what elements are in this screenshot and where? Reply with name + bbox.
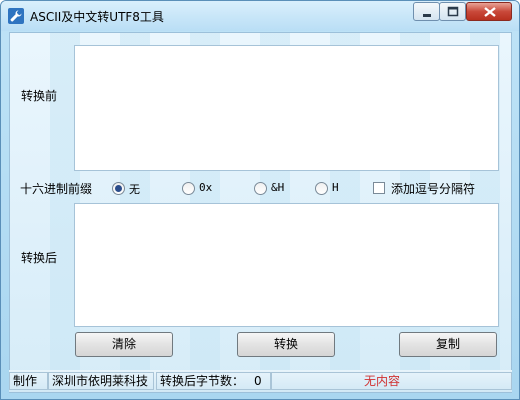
clear-button[interactable]: 清除: [75, 332, 173, 357]
title-bar: ASCII及中文转UTF8工具: [1, 1, 519, 31]
after-label: 转换后: [21, 251, 58, 265]
after-output[interactable]: [74, 203, 499, 327]
app-window: ASCII及中文转UTF8工具 转换前 十六进制前缀 无 0x &H H 添加逗…: [0, 0, 520, 400]
before-input[interactable]: [74, 45, 499, 171]
status-state: 无内容: [271, 372, 512, 390]
radio-selected-dot: [115, 185, 122, 192]
status-made-by: 制作: [9, 372, 48, 390]
after-textarea[interactable]: [75, 204, 498, 326]
copy-button[interactable]: 复制: [399, 332, 497, 357]
comma-separator-checkbox[interactable]: [373, 182, 385, 194]
comma-separator-label: 添加逗号分隔符: [391, 182, 476, 196]
status-company: 深圳市依明莱科技: [48, 372, 154, 390]
status-bytes: 转换后字节数： 0: [156, 372, 271, 390]
before-label: 转换前: [21, 89, 58, 103]
before-textarea[interactable]: [75, 46, 498, 170]
close-icon: [484, 7, 496, 17]
prefix-label: 十六进制前缀: [20, 182, 93, 196]
wrench-icon: [8, 8, 24, 24]
maximize-icon: [447, 6, 459, 17]
minimize-button[interactable]: [413, 2, 440, 21]
window-title: ASCII及中文转UTF8工具: [30, 10, 164, 24]
close-button[interactable]: [466, 2, 512, 21]
maximize-button[interactable]: [439, 2, 466, 21]
minimize-icon: [423, 14, 431, 17]
status-bar: 制作 深圳市依明莱科技 转换后字节数： 0 无内容: [9, 370, 512, 392]
status-bytes-value: 0: [254, 374, 262, 388]
status-bytes-label: 转换后字节数：: [160, 374, 245, 388]
convert-button[interactable]: 转换: [237, 332, 335, 357]
